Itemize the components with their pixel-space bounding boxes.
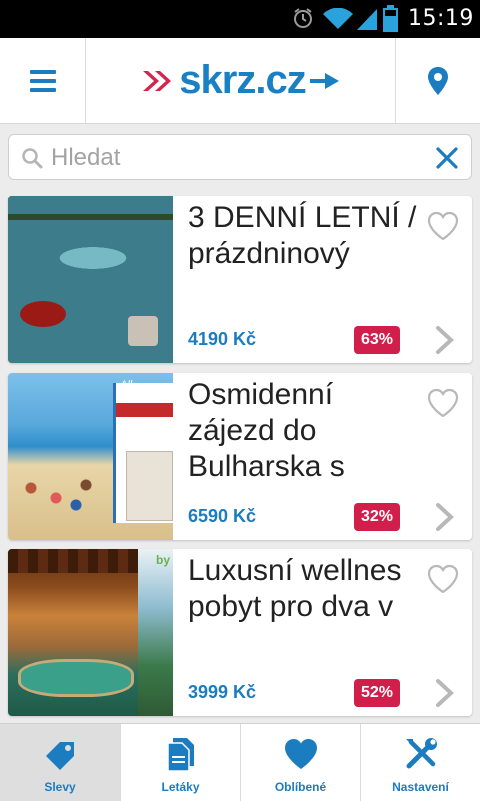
- deal-title: Luxusní wellnes pobyt pro dva v: [188, 554, 402, 623]
- deal-image-beach: All inclusive: [8, 373, 176, 540]
- tab-oblibene[interactable]: Oblíbené: [240, 724, 360, 801]
- location-pin-icon: [428, 66, 448, 95]
- beach-people: [16, 473, 106, 513]
- logo-left-arrows-icon: [143, 70, 172, 91]
- hamburger-menu-icon: [29, 69, 56, 92]
- chevron-right-icon[interactable]: [434, 501, 456, 533]
- deal-card[interactable]: by Luxusní wellnes pobyt pro dva v 3999 …: [8, 549, 472, 716]
- discount-badge: 32%: [354, 503, 401, 531]
- tab-slevy[interactable]: Slevy: [0, 724, 120, 801]
- location-button[interactable]: [395, 38, 480, 123]
- spa-ceiling-band: [8, 214, 173, 220]
- deal-image-spa: [8, 196, 173, 363]
- catalog-header: [116, 403, 173, 417]
- tab-label: Slevy: [44, 780, 76, 794]
- chevron-right-icon[interactable]: [434, 677, 456, 709]
- tag-icon: [46, 742, 74, 770]
- deal-image-wellness: by: [8, 549, 173, 716]
- logo-text: skrz.cz: [179, 58, 306, 102]
- alarm-icon: [294, 8, 312, 28]
- chevron-right-icon[interactable]: [434, 324, 456, 356]
- favorite-heart-icon[interactable]: [426, 563, 460, 595]
- spa-cushion: [20, 301, 66, 327]
- deal-price: 6590 Kč: [188, 506, 257, 526]
- status-bar: 15:19: [0, 0, 480, 38]
- favorite-heart-icon[interactable]: [426, 210, 460, 242]
- heart-icon: [284, 739, 317, 769]
- tab-label: Oblíbené: [274, 780, 327, 794]
- tab-label: Letáky: [161, 780, 200, 794]
- deal-price: 4190 Kč: [188, 329, 257, 349]
- leaflets-icon: [166, 738, 194, 772]
- bottom-navigation: Slevy Letáky Oblíbené Nastavení: [0, 723, 480, 801]
- settings-tools-icon: [405, 738, 437, 769]
- deal-card[interactable]: All inclusive Osmidenní zájezd do Bulhar…: [8, 373, 472, 540]
- deal-card[interactable]: 3 DENNÍ LETNÍ / prázdninový 4190 Kč 63%: [8, 196, 472, 363]
- wellness-pool: [18, 659, 134, 697]
- image-tag-all-inclusive: All inclusive: [120, 379, 163, 403]
- discount-badge: 52%: [354, 679, 401, 707]
- menu-button[interactable]: [0, 38, 86, 123]
- discount-badge: 63%: [354, 326, 401, 354]
- search-input[interactable]: [49, 141, 423, 175]
- battery-icon: [383, 5, 398, 32]
- skrz-logo[interactable]: skrz.cz: [86, 38, 395, 123]
- deal-price: 3999 Kč: [188, 682, 257, 702]
- wellness-mountain-panel: [138, 549, 173, 716]
- image-tag-by: by: [156, 553, 171, 567]
- deal-title: 3 DENNÍ LETNÍ / prázdninový: [188, 201, 417, 270]
- logo-right-arrow-icon: [309, 72, 339, 89]
- spa-pillar: [128, 316, 158, 346]
- deal-title: Osmidenní zájezd do Bulharska s: [188, 378, 345, 483]
- search-bar: [8, 134, 472, 180]
- signal-icon: [357, 9, 377, 30]
- search-icon: [22, 148, 43, 169]
- status-time: 15:19: [408, 6, 474, 31]
- clear-search-icon[interactable]: [435, 146, 459, 170]
- hotel-building: [126, 451, 173, 521]
- favorite-heart-icon[interactable]: [426, 387, 460, 419]
- wifi-icon: [323, 8, 353, 29]
- app-header: skrz.cz: [0, 38, 480, 124]
- tab-label: Nastavení: [392, 780, 449, 794]
- tab-nastaveni[interactable]: Nastavení: [360, 724, 480, 801]
- tab-letaky[interactable]: Letáky: [120, 724, 240, 801]
